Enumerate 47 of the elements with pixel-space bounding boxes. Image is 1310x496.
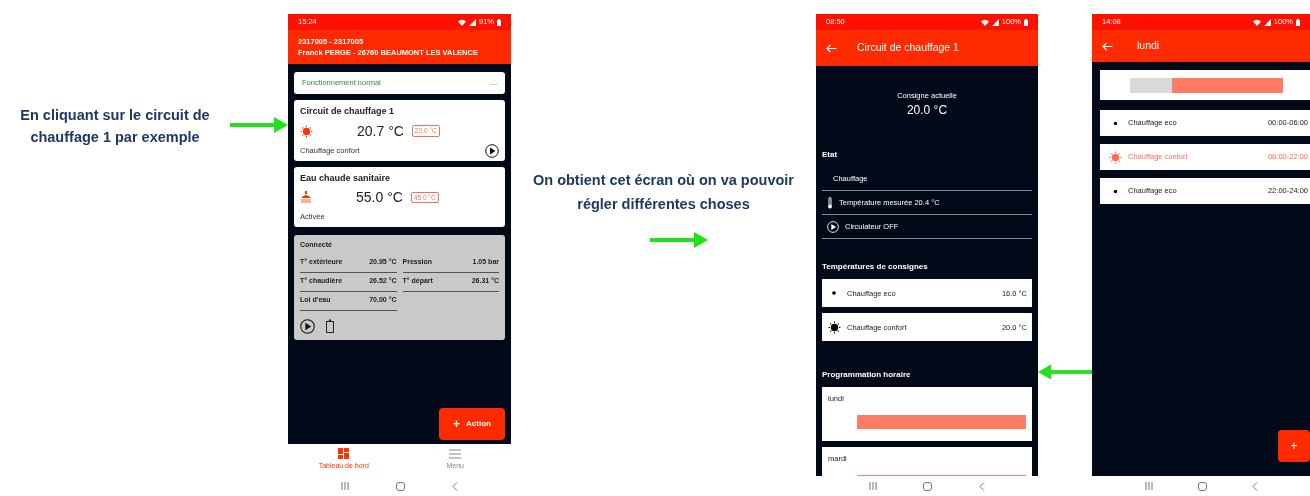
recents-icon[interactable] [341,482,350,490]
boiler-icon [325,318,335,334]
wifi-icon [458,18,466,26]
arrow-icon [649,232,708,248]
temperature-value: 20.7 °C [357,121,404,141]
sun-icon [1108,150,1122,164]
annotation-text: On obtient cet écran où on va pouvoir régler différentes choses [532,171,795,214]
sun-icon [827,320,841,334]
recents-icon[interactable] [869,482,878,490]
section-heading: Programmation horaire [822,369,912,382]
wifi-icon [980,18,989,26]
wifi-icon [1252,18,1261,26]
circuit-title: Circuit de chauffage 1 [300,105,396,118]
back-arrow-icon[interactable] [826,43,837,53]
section-heading: Températures de consignes [822,261,929,274]
shower-icon [300,191,312,204]
circuit-title: Eau chaude sanitaire [300,171,392,185]
temperature-value: 55.0 °C [356,188,403,207]
signal-icon [991,18,999,26]
arrow-icon [1038,364,1092,380]
home-icon[interactable] [923,481,933,491]
battery-icon [497,18,501,26]
back-icon[interactable] [1251,481,1258,491]
sun-icon [300,124,313,138]
action-button[interactable]: + Action [439,408,505,440]
setpoint-value: 20.0 °C [906,102,948,120]
home-icon[interactable] [396,481,405,491]
battery-icon [1024,18,1028,26]
home-icon[interactable] [1197,481,1207,491]
screen-title: Circuit de chauffage 1 [857,40,959,56]
signal-icon [469,18,476,26]
screen-title: lundi [1137,38,1160,54]
section-heading: Etat [822,149,839,162]
add-button[interactable]: + [1278,430,1310,462]
back-icon[interactable] [451,481,458,491]
play-icon[interactable] [300,318,315,334]
back-icon[interactable] [978,481,985,491]
back-arrow-icon[interactable] [1102,41,1113,51]
annotation-text: En cliquant sur le circuit de chauffage 1 par exemple [19,106,211,147]
dashboard-icon [338,448,350,460]
thermometer-icon [827,196,833,209]
battery-icon [1296,18,1300,26]
signal-icon [1263,18,1271,26]
recents-icon[interactable] [1144,482,1153,490]
play-icon[interactable] [485,143,499,158]
arrow-icon [230,117,288,133]
menu-icon [449,448,462,459]
